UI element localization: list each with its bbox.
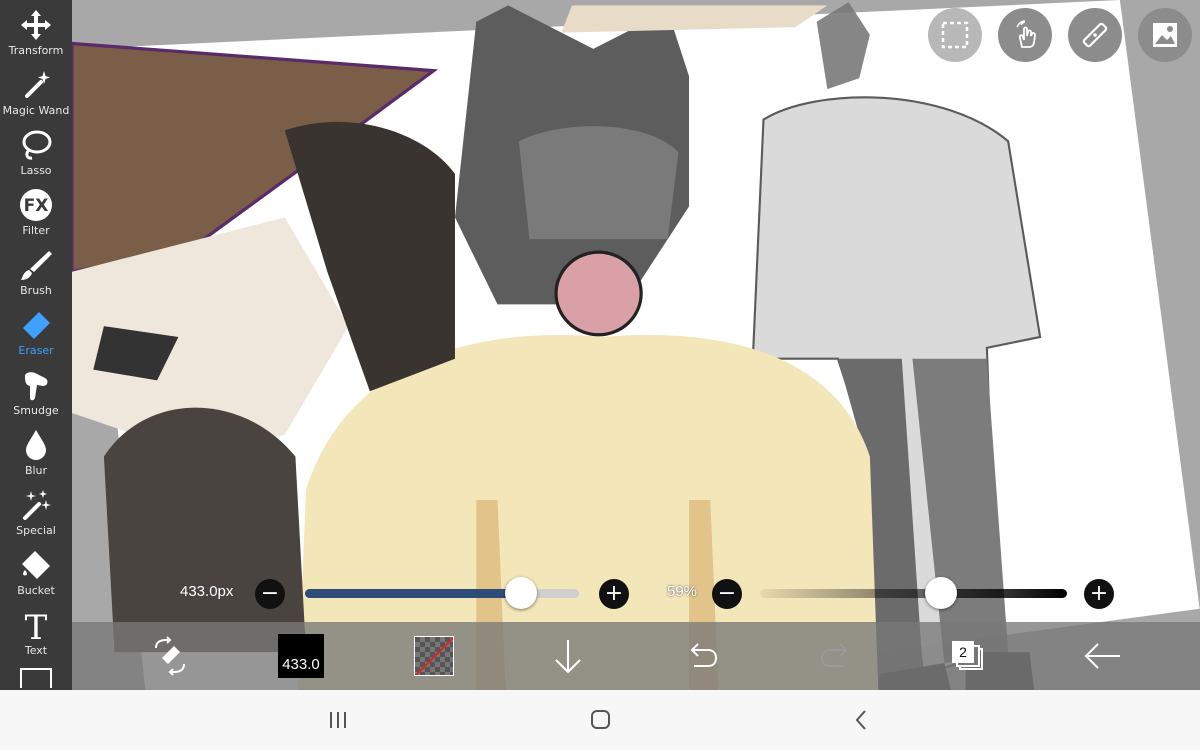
drawing-canvas[interactable] bbox=[72, 0, 1200, 690]
tool-label: Brush bbox=[20, 284, 52, 297]
download-button[interactable] bbox=[550, 622, 586, 690]
fx-icon: FX bbox=[20, 189, 52, 221]
tool-transform[interactable]: Transform bbox=[0, 0, 72, 60]
tool-label: Lasso bbox=[20, 164, 52, 177]
blur-drop-icon bbox=[26, 430, 46, 460]
tool-special[interactable]: Special bbox=[0, 480, 72, 540]
material-button[interactable] bbox=[1138, 8, 1192, 62]
eraser-icon bbox=[23, 312, 50, 339]
ruler-icon bbox=[1082, 22, 1108, 48]
recent-apps-button[interactable] bbox=[318, 707, 358, 733]
undo-icon bbox=[690, 643, 718, 667]
gesture-button[interactable] bbox=[998, 8, 1052, 62]
tool-magic-wand[interactable]: Magic Wand bbox=[0, 60, 72, 120]
tool-filter[interactable]: FX Filter bbox=[0, 180, 72, 240]
color-swatch-transparent bbox=[414, 636, 454, 676]
bucket-icon bbox=[22, 551, 50, 579]
tool-lasso[interactable]: Lasso bbox=[0, 120, 72, 180]
brush-size-increase-button[interactable]: + bbox=[599, 579, 629, 609]
opacity-increase-button[interactable]: + bbox=[1084, 579, 1114, 609]
tool-label: Blur bbox=[24, 464, 48, 477]
minus-icon: − bbox=[260, 581, 280, 606]
touch-gesture-icon bbox=[1016, 20, 1036, 48]
bottom-toolbar: 433.0 2 bbox=[72, 622, 1200, 690]
magic-wand-icon bbox=[25, 71, 50, 98]
arrow-left-icon bbox=[1084, 643, 1120, 669]
home-button[interactable] bbox=[580, 707, 620, 733]
tool-frame-partial[interactable] bbox=[20, 668, 52, 688]
brush-size-decrease-button[interactable]: − bbox=[255, 579, 285, 609]
tool-text[interactable]: T Text bbox=[0, 600, 72, 660]
layers-button[interactable]: 2 bbox=[950, 622, 990, 690]
tool-label: Magic Wand bbox=[2, 104, 70, 117]
selection-button[interactable] bbox=[928, 8, 982, 62]
brush-size-preview-value: 433.0 bbox=[282, 656, 320, 673]
color-button[interactable] bbox=[414, 622, 456, 690]
arrow-down-icon bbox=[555, 640, 581, 674]
tool-brush[interactable]: Brush bbox=[0, 240, 72, 300]
tool-label: Bucket bbox=[17, 584, 55, 597]
recent-apps-icon bbox=[330, 712, 346, 728]
smudge-icon bbox=[25, 372, 48, 401]
opacity-value: 59% bbox=[667, 583, 698, 600]
system-navigation-bar bbox=[0, 690, 1200, 750]
redo-button[interactable] bbox=[816, 622, 856, 690]
plus-icon: + bbox=[604, 581, 624, 606]
tool-label: Special bbox=[16, 524, 56, 537]
undo-button[interactable] bbox=[682, 622, 722, 690]
workspace[interactable] bbox=[72, 0, 1200, 690]
opacity-decrease-button[interactable]: − bbox=[712, 579, 742, 609]
tool-smudge[interactable]: Smudge bbox=[0, 360, 72, 420]
fx-icon-text: FX bbox=[24, 196, 49, 216]
brush-size-preview-button[interactable]: 433.0 bbox=[278, 622, 324, 690]
image-material-icon bbox=[1153, 23, 1177, 47]
tool-eraser[interactable]: Eraser bbox=[0, 300, 72, 360]
opacity-track[interactable] bbox=[760, 589, 1067, 598]
chevron-left-icon bbox=[855, 710, 866, 730]
text-icon-glyph: T bbox=[25, 608, 48, 642]
tool-label: Text bbox=[24, 644, 48, 657]
plus-icon: + bbox=[1089, 581, 1109, 606]
tool-label: Filter bbox=[22, 224, 50, 237]
special-sparkle-icon bbox=[23, 490, 51, 520]
layers-count: 2 bbox=[952, 641, 974, 663]
opacity-slider-knob[interactable] bbox=[925, 577, 958, 609]
system-back-button[interactable] bbox=[842, 707, 882, 733]
ruler-button[interactable] bbox=[1068, 8, 1122, 62]
brush-size-value: 433.0px bbox=[180, 583, 234, 600]
tool-label: Transform bbox=[8, 44, 64, 57]
swap-eraser-icon bbox=[155, 636, 185, 676]
text-icon: T bbox=[25, 608, 48, 642]
home-icon bbox=[591, 710, 610, 729]
move-arrows-icon bbox=[21, 10, 51, 40]
tool-bucket[interactable]: Bucket bbox=[0, 540, 72, 600]
swap-eraser-button[interactable] bbox=[148, 622, 192, 690]
redo-icon bbox=[820, 643, 848, 667]
lasso-icon bbox=[22, 130, 52, 160]
tool-label: Eraser bbox=[18, 344, 54, 357]
brush-icon bbox=[21, 251, 52, 280]
selection-icon bbox=[941, 21, 969, 49]
tool-label: Smudge bbox=[13, 404, 59, 417]
tool-sidebar: Transform Magic Wand Lasso FX Filter Bru… bbox=[0, 0, 72, 690]
back-button[interactable] bbox=[1080, 622, 1124, 690]
brush-size-fill bbox=[305, 589, 522, 598]
tool-blur[interactable]: Blur bbox=[0, 420, 72, 480]
minus-icon: − bbox=[717, 581, 737, 606]
